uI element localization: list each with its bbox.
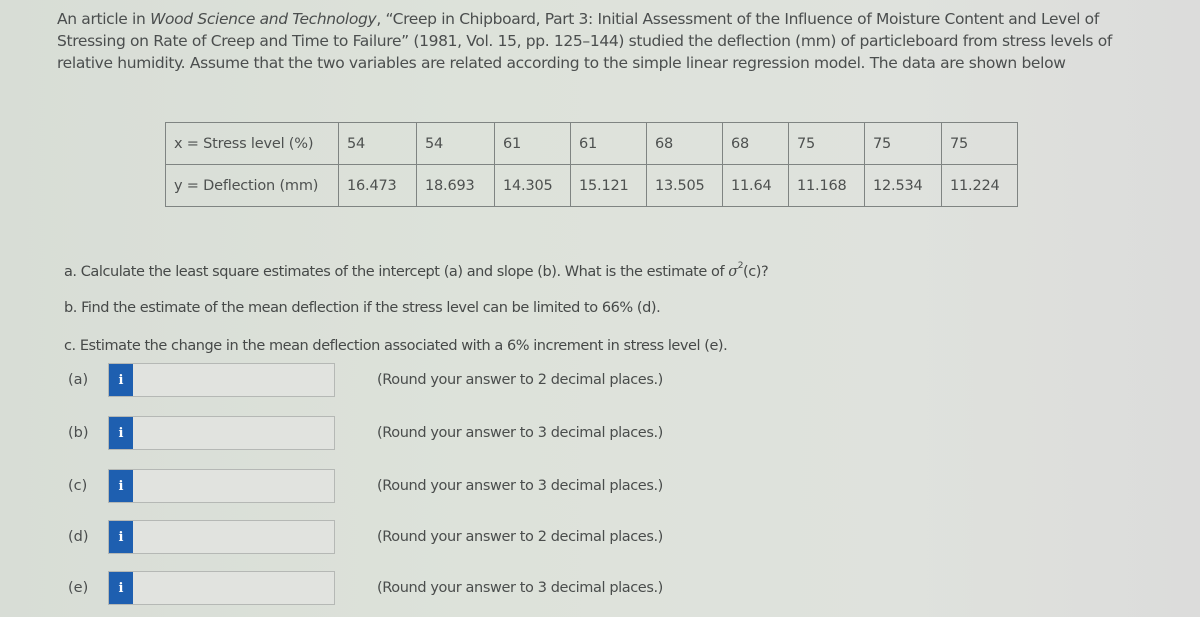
answer-field-d: i bbox=[108, 520, 335, 554]
table-row-y: y = Deflection (mm) 16.473 18.693 14.305… bbox=[165, 164, 1018, 207]
answer-label-b: (b) bbox=[68, 425, 89, 441]
answer-field-b: i bbox=[108, 416, 335, 450]
answer-row-d: (d) i (Round your answer to 2 decimal pl… bbox=[68, 520, 663, 554]
info-icon[interactable]: i bbox=[109, 470, 133, 502]
sigma-symbol: σ bbox=[728, 263, 738, 280]
answer-label-e: (e) bbox=[68, 580, 89, 596]
answer-label-c: (c) bbox=[68, 478, 88, 494]
intro-prefix: An article in bbox=[57, 10, 151, 28]
answer-input-c[interactable] bbox=[133, 470, 334, 502]
x-cell: 61 bbox=[570, 122, 647, 165]
data-table: x = Stress level (%) 54 54 61 61 68 68 7… bbox=[165, 122, 1018, 207]
info-icon[interactable]: i bbox=[109, 417, 133, 449]
problem-intro: An article in Wood Science and Technolog… bbox=[57, 8, 1147, 74]
answer-hint-a: (Round your answer to 2 decimal places.) bbox=[377, 372, 663, 388]
answer-input-a[interactable] bbox=[133, 364, 334, 396]
y-row-label: y = Deflection (mm) bbox=[165, 164, 339, 207]
answer-row-a: (a) i (Round your answer to 2 decimal pl… bbox=[68, 363, 663, 397]
question-c: c. Estimate the change in the mean defle… bbox=[64, 338, 728, 354]
x-cell: 61 bbox=[494, 122, 571, 165]
y-cell: 14.305 bbox=[494, 164, 571, 207]
answer-input-d[interactable] bbox=[133, 521, 334, 553]
x-cell: 54 bbox=[416, 122, 495, 165]
info-icon[interactable]: i bbox=[109, 364, 133, 396]
x-row-label: x = Stress level (%) bbox=[165, 122, 339, 165]
answer-row-b: (b) i (Round your answer to 3 decimal pl… bbox=[68, 416, 663, 450]
answer-input-b[interactable] bbox=[133, 417, 334, 449]
question-a-suffix: (c)? bbox=[743, 263, 769, 280]
answer-field-c: i bbox=[108, 469, 335, 503]
answer-field-e: i bbox=[108, 571, 335, 605]
answer-label-a: (a) bbox=[68, 372, 89, 388]
question-a: a. Calculate the least square estimates … bbox=[64, 261, 769, 280]
info-icon[interactable]: i bbox=[109, 521, 133, 553]
answer-field-a: i bbox=[108, 363, 335, 397]
y-cell: 15.121 bbox=[570, 164, 647, 207]
y-cell: 18.693 bbox=[416, 164, 495, 207]
journal-title: Wood Science and Technology bbox=[150, 10, 377, 28]
y-cell: 11.64 bbox=[722, 164, 789, 207]
y-cell: 12.534 bbox=[864, 164, 942, 207]
question-a-text: a. Calculate the least square estimates … bbox=[64, 263, 729, 280]
x-cell: 68 bbox=[646, 122, 723, 165]
answer-hint-e: (Round your answer to 3 decimal places.) bbox=[377, 580, 663, 596]
x-cell: 75 bbox=[864, 122, 942, 165]
x-cell: 75 bbox=[941, 122, 1018, 165]
answer-hint-b: (Round your answer to 3 decimal places.) bbox=[377, 425, 663, 441]
answer-input-e[interactable] bbox=[133, 572, 334, 604]
y-cell: 16.473 bbox=[338, 164, 417, 207]
answer-row-e: (e) i (Round your answer to 3 decimal pl… bbox=[68, 571, 663, 605]
y-cell: 13.505 bbox=[646, 164, 723, 207]
question-b: b. Find the estimate of the mean deflect… bbox=[64, 300, 661, 316]
answer-hint-d: (Round your answer to 2 decimal places.) bbox=[377, 529, 663, 545]
answer-label-d: (d) bbox=[68, 529, 89, 545]
x-cell: 54 bbox=[338, 122, 417, 165]
x-cell: 68 bbox=[722, 122, 789, 165]
y-cell: 11.224 bbox=[941, 164, 1018, 207]
answer-hint-c: (Round your answer to 3 decimal places.) bbox=[377, 478, 663, 494]
table-row-x: x = Stress level (%) 54 54 61 61 68 68 7… bbox=[165, 122, 1018, 165]
answer-row-c: (c) i (Round your answer to 3 decimal pl… bbox=[68, 469, 663, 503]
x-cell: 75 bbox=[788, 122, 865, 165]
y-cell: 11.168 bbox=[788, 164, 865, 207]
info-icon[interactable]: i bbox=[109, 572, 133, 604]
sigma-exponent: 2 bbox=[737, 261, 744, 271]
